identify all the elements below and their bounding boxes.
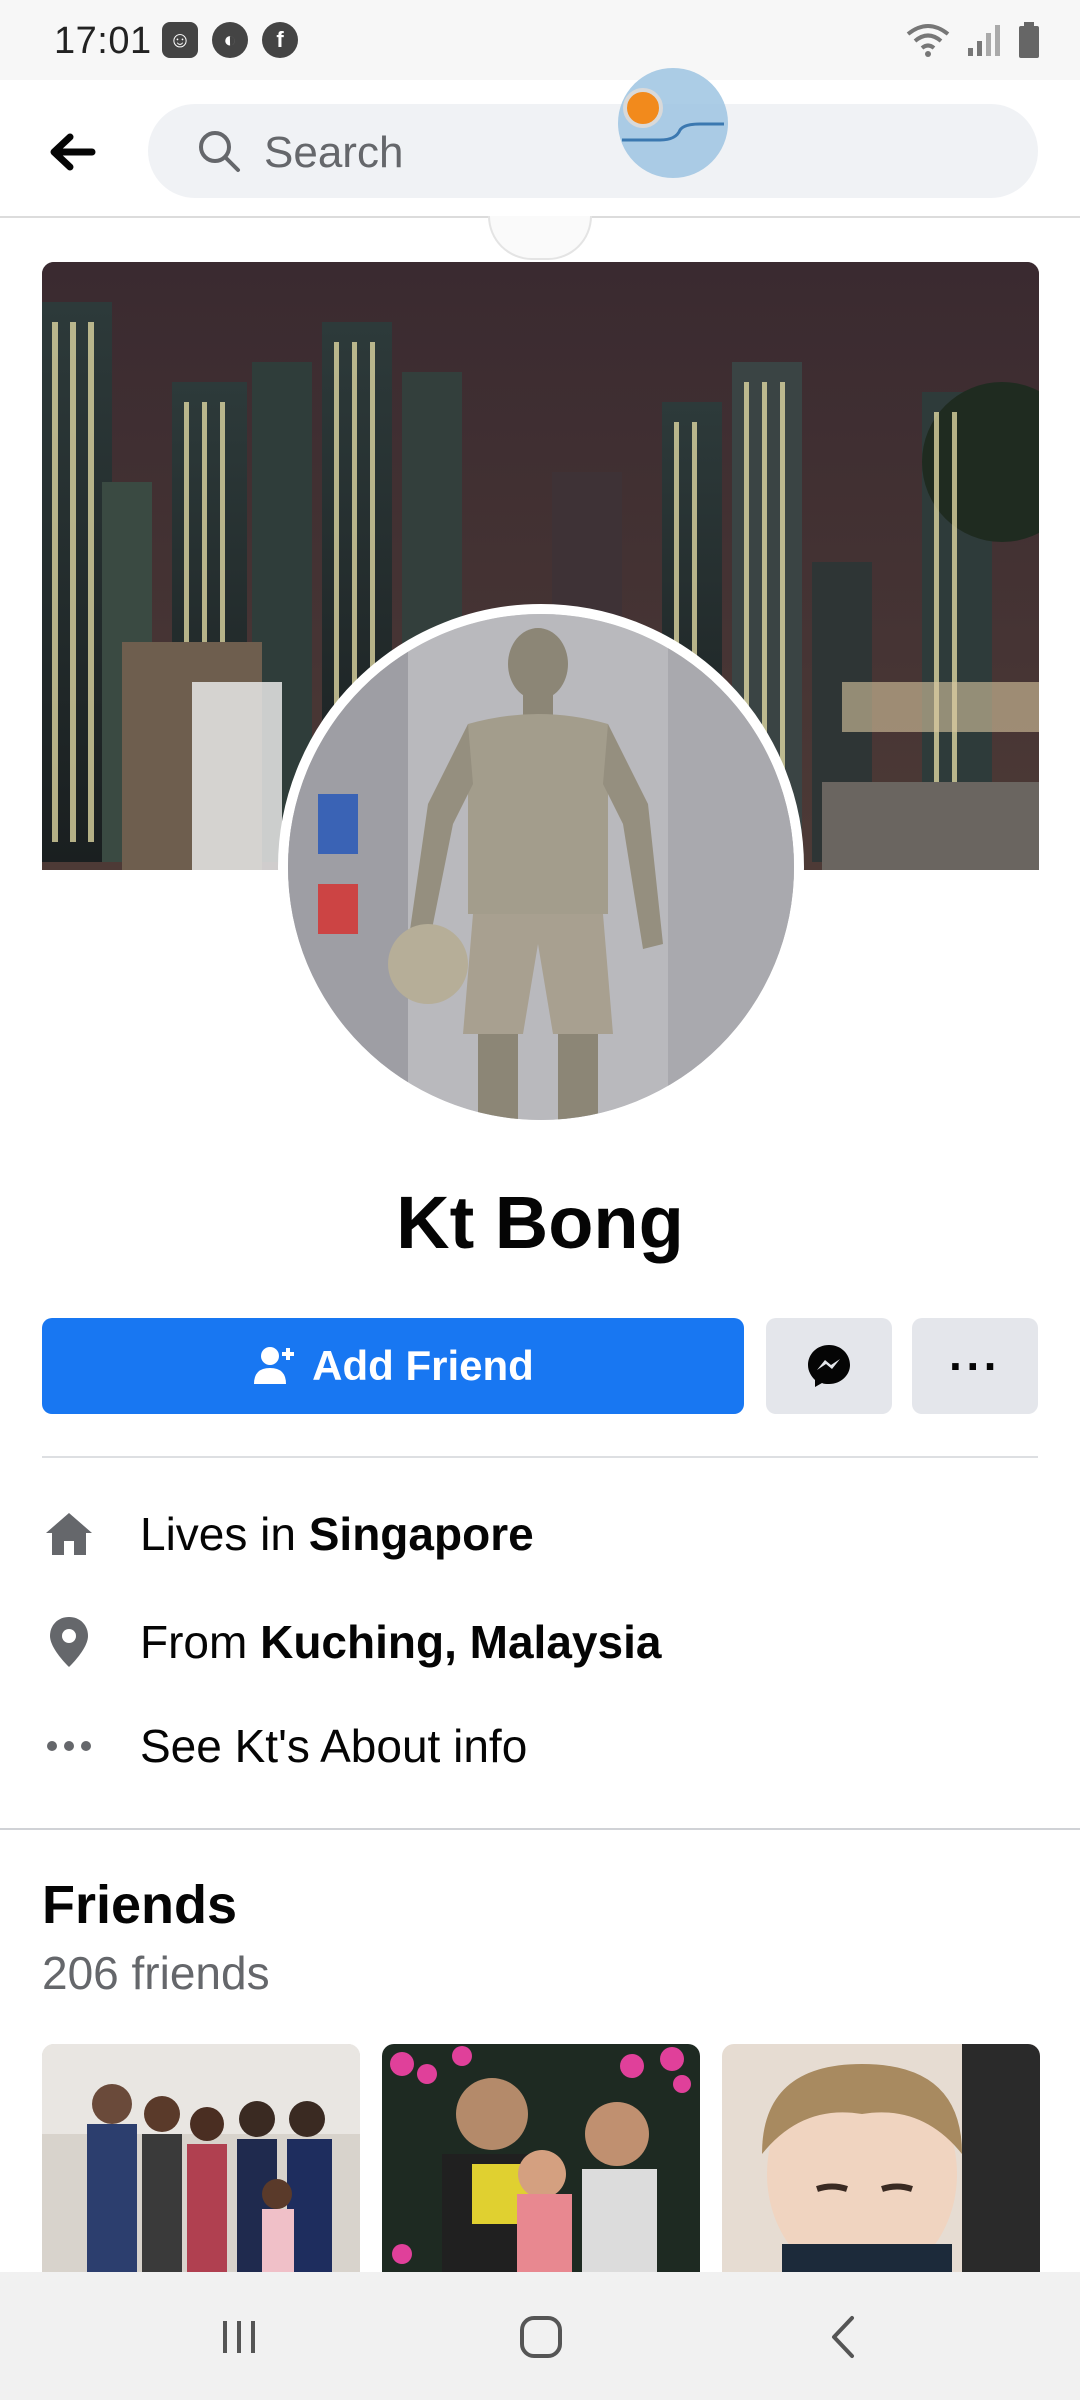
intro-lives-in: Lives in Singapore [42,1504,534,1564]
battery-icon [1019,22,1039,58]
friend-thumbnail[interactable] [382,2044,700,2274]
back-nav-button[interactable] [808,2302,878,2372]
status-bar: 17:01 ☺ ◐ f [0,0,1080,80]
profile-picture-image [288,614,794,1120]
friend-photo [382,2044,700,2274]
friend-photo [42,2044,360,2274]
overlay-curve [622,122,724,142]
friend-photo [722,2044,1040,2274]
home-icon [42,1507,96,1561]
location-pin-icon [42,1615,96,1669]
intro-lives-prefix: Lives in [140,1508,309,1560]
home-circle-icon [520,2316,562,2358]
messenger-button[interactable] [766,1318,892,1414]
friends-count: 206 friends [42,1947,270,1999]
search-input[interactable]: Search [148,104,1038,198]
signal-icon [968,25,1000,56]
profile-name: Kt Bong [396,1181,684,1264]
add-friend-button[interactable]: Add Friend [42,1318,744,1414]
divider [42,1456,1038,1458]
profile-picture[interactable] [278,604,804,1130]
person-add-icon [254,1347,295,1384]
intro-from-prefix: From [140,1616,261,1668]
arrow-left-icon [50,133,96,171]
recent-apps-icon [223,2321,255,2353]
section-divider [0,1828,1080,1830]
chevron-left-icon [832,2316,854,2358]
messenger-icon [808,1345,850,1387]
friends-section-title: Friends [42,1875,238,1935]
intro-from-place: Kuching, Malaysia [260,1616,662,1668]
system-navigation-bar [0,2272,1080,2400]
ellipsis-icon [42,1719,96,1773]
friend-thumbnail[interactable] [722,2044,1040,2274]
recent-apps-button[interactable] [204,2302,274,2372]
wifi-icon [906,24,950,57]
facebook-notification-icon: f [262,22,298,58]
top-bar: Search [0,80,1080,218]
friend-thumbnail[interactable] [42,2044,360,2274]
app-notification-icon: ☺ [162,22,198,58]
pull-refresh-indicator [488,216,592,260]
add-friend-label: Add Friend [312,1342,534,1389]
ellipsis-icon: ··· [949,1340,1001,1392]
home-button[interactable] [506,2302,576,2372]
see-about-info-link[interactable]: See Kt's About info [42,1716,527,1776]
intro-from: From Kuching, Malaysia [42,1612,661,1672]
intro-lives-place: Singapore [308,1508,534,1560]
app-notification-icon: ◐ [212,22,248,58]
status-time: 17:01 [54,20,152,62]
search-icon [199,131,240,172]
back-button[interactable] [36,116,108,188]
about-info-label: See Kt's About info [140,1720,528,1772]
search-placeholder: Search [264,128,404,177]
more-options-button[interactable]: ··· [912,1318,1038,1414]
